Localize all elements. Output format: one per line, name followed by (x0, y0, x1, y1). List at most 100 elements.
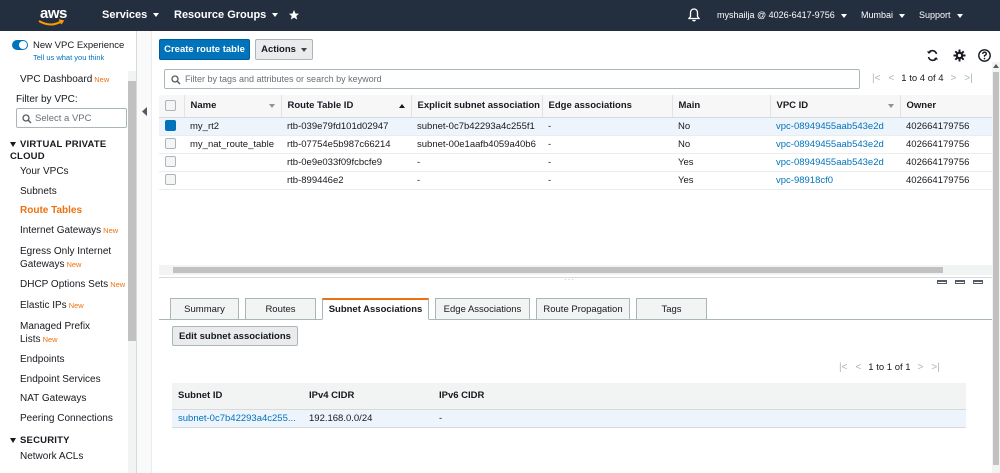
table-row[interactable]: my_nat_route_table rtb-07754e5b987c66214… (159, 135, 992, 154)
region-menu[interactable]: Mumbai (861, 10, 906, 20)
sidebar-item-label: Elastic IPs (20, 300, 67, 311)
sidebar-item-endpoints[interactable]: Endpoints (20, 354, 64, 365)
gear-icon[interactable] (952, 48, 966, 62)
cell-name: my_nat_route_table (184, 135, 281, 154)
vpc-select[interactable]: Select a VPC (16, 108, 127, 128)
aws-logo[interactable]: aws (0, 0, 90, 31)
pin-icon[interactable] (288, 9, 300, 24)
scrollbar-thumb[interactable] (993, 72, 999, 465)
split-panel-icon[interactable] (955, 280, 965, 284)
new-badge: New (103, 226, 119, 235)
prev-page-icon[interactable]: < (888, 73, 894, 84)
select-all-checkbox-cell[interactable] (159, 95, 185, 118)
last-page-icon[interactable]: >| (931, 362, 939, 373)
column-header-vpc-id[interactable]: VPC ID (770, 95, 901, 118)
sort-ascending-icon (398, 104, 405, 108)
table-row[interactable]: my_rt2 rtb-039e79fd101d02947 subnet-0c7b… (159, 117, 992, 136)
section-virtual-private-cloud[interactable]: VIRTUAL PRIVATE CLOUD (10, 139, 125, 163)
row-checkbox-cell[interactable] (159, 153, 184, 172)
cell-vpc-id-link[interactable]: vpc-08949455aab543e2d (770, 135, 900, 154)
sidebar-scrollbar[interactable] (128, 71, 136, 473)
sidebar-item-subnets[interactable]: Subnets (20, 186, 57, 197)
table-row[interactable]: rtb-899446e2 - - Yes vpc-98918cf0 402664… (159, 171, 992, 190)
split-panel-icon[interactable] (973, 280, 983, 284)
tab-summary[interactable]: Summary (170, 298, 239, 320)
actions-button[interactable]: Actions (255, 39, 313, 60)
filter-input[interactable]: Filter by tags and attributes or search … (164, 69, 860, 89)
row-checkbox[interactable] (165, 138, 176, 150)
cell-subnet-id-link[interactable]: subnet-0c7b42293a4c255... (172, 409, 303, 428)
cell-vpc-id-link[interactable]: vpc-08949455aab543e2d (770, 153, 900, 172)
new-experience-toggle[interactable] (12, 40, 28, 50)
cell-main: No (672, 117, 770, 136)
row-checkbox-cell[interactable] (159, 135, 184, 154)
row-checkbox[interactable] (165, 156, 176, 168)
column-header-edge-associations[interactable]: Edge associations (542, 95, 673, 118)
first-page-icon[interactable]: |< (872, 73, 880, 84)
first-page-icon[interactable]: |< (839, 362, 847, 373)
caret-down-icon (10, 141, 16, 147)
sidebar-item-endpoint-services[interactable]: Endpoint Services (20, 374, 101, 385)
help-icon[interactable] (977, 48, 991, 62)
sidebar-item-internet-gateways[interactable]: Internet Gateways New (20, 225, 118, 236)
new-experience-label: New VPC Experience (33, 40, 125, 51)
select-all-checkbox[interactable] (165, 100, 176, 112)
services-menu[interactable]: Services (102, 9, 160, 21)
row-checkbox-cell[interactable] (159, 117, 184, 136)
sidebar-item-your-vpcs[interactable]: Your VPCs (20, 166, 69, 177)
prev-page-icon[interactable]: < (855, 362, 861, 373)
chevron-down-icon (300, 47, 307, 52)
section-security[interactable]: SECURITY (10, 435, 70, 446)
column-header-name[interactable]: Name (184, 95, 282, 118)
search-icon (171, 75, 181, 85)
tab-edge-associations[interactable]: Edge Associations (435, 298, 530, 320)
last-page-icon[interactable]: >| (964, 73, 972, 84)
sidebar-item-vpc-dashboard[interactable]: VPC Dashboard New (20, 74, 109, 85)
next-page-icon[interactable]: > (918, 362, 924, 373)
scrollbar-thumb[interactable] (128, 81, 136, 341)
tab-tags[interactable]: Tags (636, 298, 707, 320)
support-menu[interactable]: Support (919, 10, 963, 20)
table-row[interactable]: rtb-0e9e033f09fcbcfe9 - - Yes vpc-089494… (159, 153, 992, 172)
row-checkbox[interactable] (165, 120, 176, 132)
cell-owner: 402664179756 (900, 135, 992, 154)
column-header-main[interactable]: Main (672, 95, 771, 118)
cell-edge: - (542, 171, 672, 190)
refresh-icon[interactable] (925, 48, 939, 62)
scrollbar-thumb[interactable] (173, 267, 943, 273)
sidebar-item-route-tables[interactable]: Route Tables (20, 205, 82, 216)
cell-vpc-id-link[interactable]: vpc-98918cf0 (770, 171, 900, 190)
main-vertical-scrollbar[interactable] (992, 62, 1000, 473)
account-menu[interactable]: myshailja @ 4026-6417-9756 (717, 10, 847, 20)
sidebar-item-elastic-ips[interactable]: Elastic IPs New (20, 300, 84, 311)
scroll-up-icon[interactable] (993, 62, 999, 68)
horizontal-scrollbar[interactable] (159, 265, 992, 275)
split-panel-icon[interactable] (937, 280, 947, 284)
tab-routes[interactable]: Routes (245, 298, 316, 320)
resource-groups-menu[interactable]: Resource Groups (174, 9, 279, 21)
sidebar-item-peering-connections[interactable]: Peering Connections (20, 413, 113, 424)
column-header-route-table-id[interactable]: Route Table ID (281, 95, 412, 118)
column-header-explicit-subnet[interactable]: Explicit subnet association (411, 95, 543, 118)
sidebar-item-label: NAT Gateways (20, 393, 87, 404)
sidebar-item-managed-prefix-lists[interactable]: Managed Prefix Lists New (20, 320, 90, 346)
cell-vpc-id-link[interactable]: vpc-08949455aab543e2d (770, 117, 900, 136)
sidebar-collapse-handle[interactable] (137, 31, 152, 473)
bell-icon[interactable] (687, 8, 701, 24)
panel-resize-handle[interactable]: ··· (159, 275, 992, 284)
sidebar-item-nat-gateways[interactable]: NAT Gateways (20, 393, 86, 404)
row-checkbox-cell[interactable] (159, 171, 184, 190)
edit-subnet-associations-button[interactable]: Edit subnet associations (172, 326, 298, 346)
sidebar-item-dhcp-options-sets[interactable]: DHCP Options Sets New (20, 279, 125, 290)
column-header-owner[interactable]: Owner (900, 95, 993, 118)
cell-owner: 402664179756 (900, 171, 992, 190)
pagination: |< < 1 to 4 of 4 > >| (868, 73, 977, 84)
tab-subnet-associations[interactable]: Subnet Associations (322, 298, 429, 320)
row-checkbox[interactable] (165, 174, 176, 186)
sidebar-item-egress-only-internet-gateways[interactable]: Egress Only Internet Gateways New (20, 245, 111, 271)
next-page-icon[interactable]: > (951, 73, 957, 84)
feedback-link[interactable]: Tell us what you think (33, 53, 104, 62)
sidebar-item-network-acls[interactable]: Network ACLs (20, 451, 83, 462)
create-route-table-button[interactable]: Create route table (159, 39, 250, 60)
tab-route-propagation[interactable]: Route Propagation (536, 298, 630, 320)
